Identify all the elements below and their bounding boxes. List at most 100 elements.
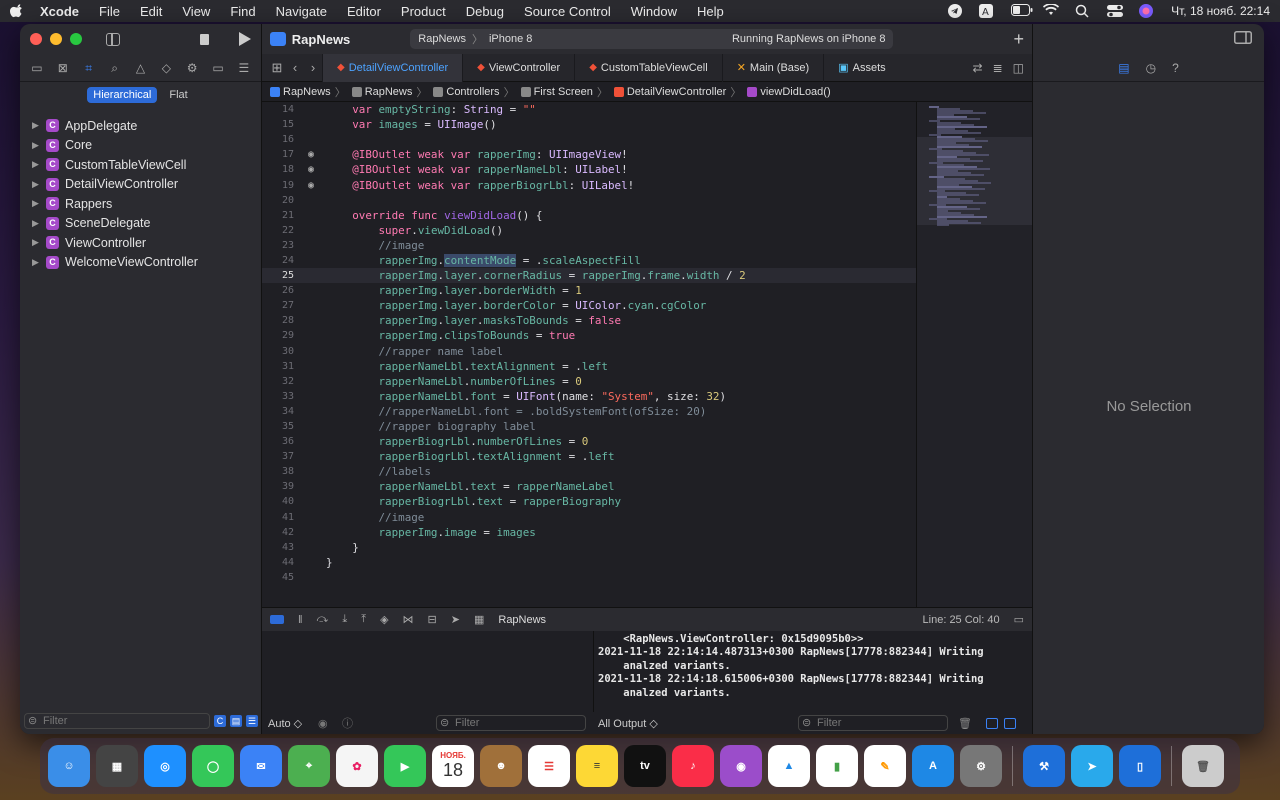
- scheme-selector[interactable]: RapNews: [418, 33, 466, 45]
- system-preferences-icon[interactable]: ⚙: [960, 745, 1002, 787]
- code-line[interactable]: 15 var images = UIImage(): [262, 117, 916, 132]
- line-number[interactable]: 37: [262, 451, 296, 462]
- code-line[interactable]: 23 //image: [262, 238, 916, 253]
- line-number[interactable]: 22: [262, 225, 296, 236]
- breakpoint-icon[interactable]: ▭: [211, 61, 225, 75]
- tree-item-rappers[interactable]: ▶ C Rappers: [20, 194, 261, 214]
- quick-help-icon[interactable]: ?: [1172, 61, 1179, 75]
- eye-icon[interactable]: ◉: [318, 717, 332, 730]
- outlet-connection-icon[interactable]: ◉: [296, 149, 326, 160]
- line-number[interactable]: 28: [262, 315, 296, 326]
- line-number[interactable]: 18: [262, 164, 296, 175]
- symbol-navigator-icon[interactable]: ⌗: [82, 61, 96, 75]
- line-number[interactable]: 42: [262, 527, 296, 538]
- safari-icon[interactable]: ◎: [144, 745, 186, 787]
- line-number[interactable]: 17: [262, 149, 296, 160]
- tab-viewcontroller[interactable]: ◆ ViewController: [462, 53, 574, 82]
- code-line[interactable]: 36 rapperBiogrLbl.numberOfLines = 0: [262, 434, 916, 449]
- show-console-icon[interactable]: [1003, 717, 1016, 729]
- app-store-icon[interactable]: A: [912, 745, 954, 787]
- view-hierarchy-icon[interactable]: ◈: [380, 613, 388, 626]
- menu-source-control[interactable]: Source Control: [524, 4, 611, 19]
- menu-find[interactable]: Find: [230, 4, 255, 19]
- toggle-console-icon[interactable]: ▭: [1014, 613, 1024, 626]
- menu-editor[interactable]: Editor: [347, 4, 381, 19]
- line-number[interactable]: 39: [262, 481, 296, 492]
- class-filter-icon[interactable]: C: [214, 715, 226, 727]
- breadcrumb-group[interactable]: RapNews: [365, 86, 413, 98]
- code-line[interactable]: 42 rapperImg.image = images: [262, 525, 916, 540]
- control-center-icon[interactable]: [1107, 4, 1124, 18]
- code-line[interactable]: 45: [262, 570, 916, 585]
- outlet-connection-icon[interactable]: ◉: [296, 180, 326, 191]
- code-line[interactable]: 30 //rapper name label: [262, 344, 916, 359]
- variables-filter-input[interactable]: Filter: [436, 715, 586, 731]
- code-line[interactable]: 19 ◉ @IBOutlet weak var rapperBiogrLbl: U…: [262, 177, 916, 192]
- line-number[interactable]: 14: [262, 104, 296, 115]
- line-number[interactable]: 45: [262, 572, 296, 583]
- xcode-icon[interactable]: ⚒: [1023, 745, 1065, 787]
- file-inspector-icon[interactable]: ▤: [1118, 61, 1129, 75]
- source-control-icon[interactable]: ⊠: [56, 61, 70, 75]
- disclosure-triangle-icon[interactable]: ▶: [32, 198, 42, 209]
- line-number[interactable]: 30: [262, 346, 296, 357]
- disclosure-triangle-icon[interactable]: ▶: [32, 179, 42, 190]
- menu-product[interactable]: Product: [401, 4, 446, 19]
- launchpad-icon[interactable]: ▦: [96, 745, 138, 787]
- close-window-button[interactable]: [30, 33, 42, 45]
- messages-icon[interactable]: ◯: [192, 745, 234, 787]
- breadcrumb-method[interactable]: viewDidLoad(): [760, 86, 830, 98]
- line-number[interactable]: 27: [262, 300, 296, 311]
- tree-item-appdelegate[interactable]: ▶ C AppDelegate: [20, 116, 261, 136]
- trash-icon[interactable]: 🗑: [958, 717, 972, 730]
- siri-icon[interactable]: [1139, 4, 1155, 18]
- stop-button[interactable]: [200, 33, 209, 45]
- pages-icon[interactable]: ✎: [864, 745, 906, 787]
- code-line[interactable]: 27 rapperImg.layer.borderColor = UIColor…: [262, 298, 916, 313]
- finder-icon[interactable]: ☺: [48, 745, 90, 787]
- output-select[interactable]: All Output ◇: [598, 717, 798, 730]
- navigator-filter-input[interactable]: Filter: [24, 713, 210, 729]
- code-line[interactable]: 17 ◉ @IBOutlet weak var rapperImg: UIImag…: [262, 147, 916, 162]
- report-icon[interactable]: ☰: [237, 61, 251, 75]
- code-line[interactable]: 44}: [262, 555, 916, 570]
- tree-item-customtableviewcell[interactable]: ▶ C CustomTableViewCell: [20, 155, 261, 175]
- trash-icon[interactable]: 🗑: [1182, 745, 1224, 787]
- code-line[interactable]: 32 rapperNameLbl.numberOfLines = 0: [262, 374, 916, 389]
- code-line[interactable]: 22 super.viewDidLoad(): [262, 223, 916, 238]
- tree-item-viewcontroller[interactable]: ▶ C ViewController: [20, 233, 261, 253]
- code-line[interactable]: 20: [262, 193, 916, 208]
- folder-icon[interactable]: ▭: [30, 61, 44, 75]
- menu-file[interactable]: File: [99, 4, 120, 19]
- line-number[interactable]: 35: [262, 421, 296, 432]
- code-line[interactable]: 28 rapperImg.layer.masksToBounds = false: [262, 313, 916, 328]
- line-number[interactable]: 44: [262, 557, 296, 568]
- numbers-icon[interactable]: ▮: [816, 745, 858, 787]
- minimap[interactable]: [916, 102, 1033, 607]
- back-icon[interactable]: ‹: [286, 60, 304, 75]
- tree-item-welcomeviewcontroller[interactable]: ▶ C WelcomeViewController: [20, 253, 261, 273]
- line-number[interactable]: 24: [262, 255, 296, 266]
- line-number[interactable]: 23: [262, 240, 296, 251]
- device-selector[interactable]: iPhone 8: [489, 33, 532, 45]
- variables-scope-select[interactable]: Auto ◇: [268, 717, 318, 730]
- podcasts-icon[interactable]: ◉: [720, 745, 762, 787]
- apple-tv-icon[interactable]: tv: [624, 745, 666, 787]
- line-number[interactable]: 36: [262, 436, 296, 447]
- zoom-window-button[interactable]: [70, 33, 82, 45]
- forward-icon[interactable]: ›: [304, 60, 322, 75]
- disclosure-triangle-icon[interactable]: ▶: [32, 257, 42, 268]
- step-into-icon[interactable]: ⤓: [342, 613, 347, 626]
- battery-icon[interactable]: [1011, 4, 1033, 18]
- code-line[interactable]: 26 rapperImg.layer.borderWidth = 1: [262, 283, 916, 298]
- menu-window[interactable]: Window: [631, 4, 677, 19]
- console-filter-input[interactable]: Filter: [798, 715, 948, 731]
- editor-options-icon[interactable]: ≣: [993, 61, 1003, 75]
- code-line[interactable]: 38 //labels: [262, 464, 916, 479]
- code-line[interactable]: 14 var emptyString: String = "": [262, 102, 916, 117]
- environment-overrides-icon[interactable]: ⊟: [428, 613, 437, 626]
- telegram-icon[interactable]: ➤: [1071, 745, 1113, 787]
- swap-icon[interactable]: ⇄: [973, 61, 983, 75]
- line-number[interactable]: 21: [262, 210, 296, 221]
- menu-app-xcode[interactable]: Xcode: [40, 4, 79, 19]
